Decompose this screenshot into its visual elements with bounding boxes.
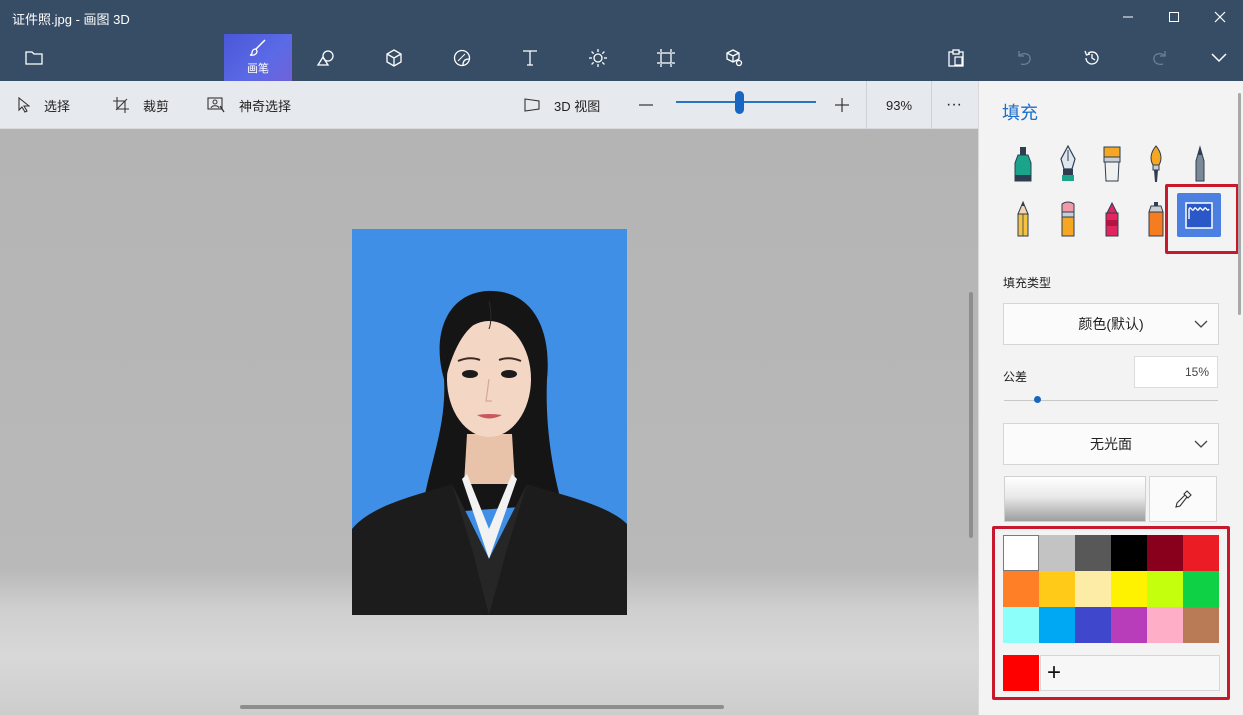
tab-effects[interactable] bbox=[564, 34, 632, 81]
canvas-horizontal-scrollbar[interactable] bbox=[240, 705, 724, 709]
tolerance-slider-thumb[interactable] bbox=[1034, 396, 1041, 403]
undo-button[interactable] bbox=[990, 34, 1058, 81]
title-bar: 证件照.jpg - 画图 3D bbox=[0, 0, 1243, 34]
canvas-icon bbox=[657, 48, 675, 67]
fill-type-label: 填充类型 bbox=[1003, 276, 1052, 290]
stickers-icon bbox=[453, 49, 471, 66]
tab-2d-shapes[interactable] bbox=[292, 34, 360, 81]
crayon-brush[interactable] bbox=[1097, 198, 1127, 240]
calligraphy-pen-brush[interactable] bbox=[1053, 143, 1083, 185]
expand-toolbar-button[interactable] bbox=[1194, 34, 1243, 81]
watercolor-icon bbox=[1150, 145, 1162, 182]
paste-icon bbox=[948, 48, 964, 67]
finish-dropdown[interactable]: 无光面 bbox=[1003, 423, 1219, 465]
finish-value: 无光面 bbox=[1090, 436, 1132, 452]
select-button[interactable]: 选择 bbox=[18, 81, 70, 129]
redo-button[interactable] bbox=[1126, 34, 1194, 81]
3d-view-icon bbox=[524, 98, 540, 112]
tab-3d-shapes[interactable] bbox=[360, 34, 428, 81]
fill-type-dropdown[interactable]: 颜色(默认) bbox=[1003, 303, 1219, 345]
tab-canvas[interactable] bbox=[632, 34, 700, 81]
panel-scrollbar[interactable] bbox=[1238, 93, 1241, 315]
pencil-brush[interactable] bbox=[1008, 198, 1038, 240]
tab-brushes[interactable]: 画笔 bbox=[224, 34, 292, 81]
minus-icon bbox=[639, 104, 653, 106]
minimize-button[interactable] bbox=[1105, 4, 1151, 30]
magic-select-button[interactable]: 神奇选择 bbox=[207, 81, 291, 129]
tab-3d-library[interactable] bbox=[700, 34, 768, 81]
cursor-icon bbox=[18, 97, 30, 113]
effects-icon bbox=[589, 48, 607, 67]
oil-brush-icon bbox=[1103, 146, 1121, 182]
calligraphy-pen-icon bbox=[1060, 145, 1076, 181]
pencil-icon bbox=[1017, 200, 1029, 237]
crop-button[interactable]: 裁剪 bbox=[113, 81, 169, 129]
zoom-in-button[interactable] bbox=[834, 81, 864, 129]
id-photo[interactable] bbox=[352, 229, 627, 615]
history-button[interactable] bbox=[1058, 34, 1126, 81]
window-title: 证件照.jpg - 画图 3D bbox=[12, 12, 130, 27]
pixel-pen-brush[interactable] bbox=[1185, 143, 1215, 185]
redo-icon bbox=[1153, 50, 1166, 65]
3d-view-button[interactable]: 3D 视图 bbox=[524, 81, 600, 129]
chevron-down-icon bbox=[1194, 440, 1208, 448]
main-toolbar: 画笔 bbox=[0, 34, 1243, 81]
chevron-down-icon bbox=[1210, 52, 1227, 62]
crop-label: 裁剪 bbox=[143, 98, 170, 114]
close-button[interactable] bbox=[1197, 4, 1243, 30]
eraser-icon bbox=[1061, 201, 1075, 237]
maximize-button[interactable] bbox=[1151, 4, 1197, 30]
canvas-vertical-scrollbar[interactable] bbox=[969, 292, 973, 538]
menu-button[interactable] bbox=[0, 34, 68, 81]
watercolor-brush[interactable] bbox=[1141, 143, 1171, 185]
panel-title: 填充 bbox=[1002, 103, 1038, 123]
more-options-label: ··· bbox=[946, 96, 962, 113]
3d-view-label: 3D 视图 bbox=[554, 98, 601, 114]
color-preview bbox=[1004, 476, 1146, 522]
minimize-icon bbox=[1123, 16, 1133, 18]
eyedropper-icon bbox=[1175, 490, 1192, 508]
pixel-pen-icon bbox=[1195, 145, 1205, 182]
tab-text[interactable] bbox=[496, 34, 564, 81]
portrait-image bbox=[352, 290, 627, 615]
tab-stickers[interactable] bbox=[428, 34, 496, 81]
eraser-brush[interactable] bbox=[1053, 198, 1083, 240]
magic-select-label: 神奇选择 bbox=[239, 98, 292, 114]
zoom-out-button[interactable] bbox=[638, 81, 668, 129]
brush-highlight-box bbox=[1165, 184, 1239, 254]
crop-icon bbox=[113, 97, 129, 113]
crayon-icon bbox=[1105, 201, 1119, 237]
paste-button[interactable] bbox=[922, 34, 990, 81]
brush-icon bbox=[249, 39, 266, 56]
chevron-down-icon bbox=[1194, 320, 1208, 328]
zoom-slider-thumb[interactable] bbox=[735, 91, 744, 114]
text-icon bbox=[523, 49, 537, 66]
undo-icon bbox=[1018, 50, 1031, 65]
tolerance-input[interactable]: 15% bbox=[1134, 356, 1218, 388]
marker-icon bbox=[1014, 147, 1032, 182]
folder-icon bbox=[25, 50, 43, 65]
3d-shapes-icon bbox=[386, 48, 402, 67]
close-icon bbox=[1214, 11, 1226, 23]
tab-brushes-label: 画笔 bbox=[247, 63, 269, 75]
maximize-icon bbox=[1169, 12, 1179, 22]
marker-brush[interactable] bbox=[1008, 143, 1038, 185]
tolerance-label: 公差 bbox=[1003, 370, 1028, 384]
select-label: 选择 bbox=[44, 98, 71, 114]
more-options-button[interactable]: ··· bbox=[946, 81, 962, 129]
3d-library-icon bbox=[726, 48, 743, 66]
fill-type-value: 颜色(默认) bbox=[1078, 316, 1144, 332]
oil-brush[interactable] bbox=[1097, 143, 1127, 185]
eyedropper-button[interactable] bbox=[1149, 476, 1217, 522]
magic-select-icon bbox=[207, 97, 225, 113]
history-icon bbox=[1084, 50, 1099, 65]
2d-shapes-icon bbox=[316, 49, 334, 66]
plus-icon bbox=[835, 98, 849, 112]
palette-highlight-box bbox=[992, 526, 1230, 700]
zoom-slider-track[interactable] bbox=[676, 101, 816, 103]
zoom-percentage[interactable]: 93% bbox=[866, 81, 932, 129]
